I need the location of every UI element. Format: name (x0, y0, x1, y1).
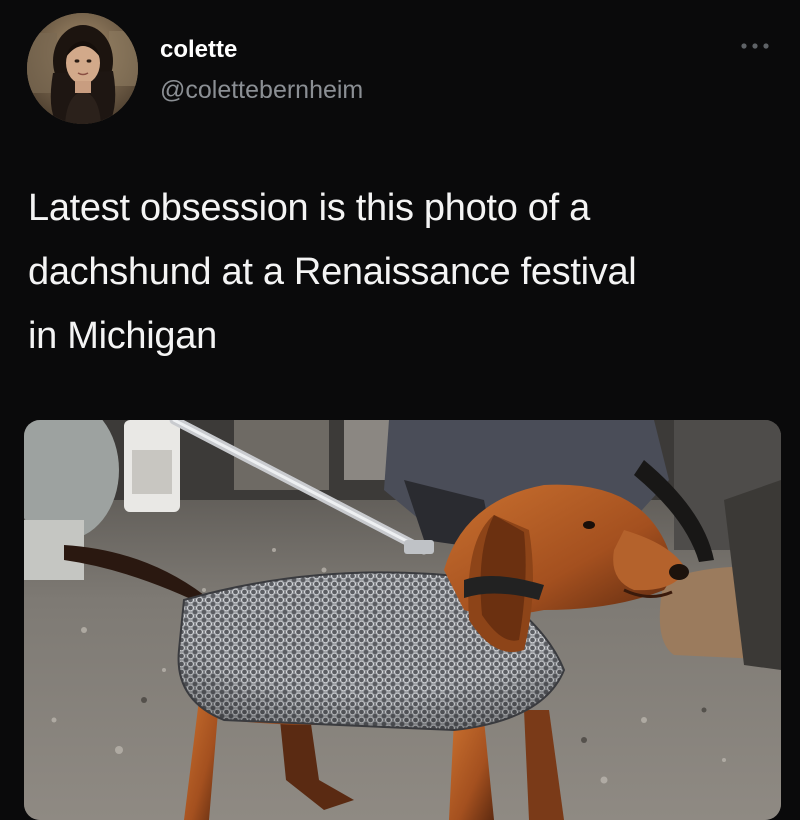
tweet-text-line: dachshund at a Renaissance festival (28, 251, 637, 293)
avatar[interactable] (27, 13, 138, 124)
more-horizontal-icon (741, 43, 769, 49)
tweet-text-line: in Michigan (28, 315, 217, 357)
more-options-button[interactable] (738, 36, 772, 56)
tweet-photo[interactable] (24, 420, 781, 820)
user-handle[interactable]: @colettebernheim (160, 76, 363, 105)
photo-dachshund-in-chainmail (24, 420, 781, 820)
tweet-text: Latest obsession is this photo of a dach… (28, 176, 788, 368)
tweet-text-line: Latest obsession is this photo of a (28, 187, 590, 229)
display-name[interactable]: colette (160, 36, 237, 64)
tweet-card: colette @colettebernheim Latest obsessio… (0, 0, 800, 820)
avatar-photo (27, 13, 138, 124)
